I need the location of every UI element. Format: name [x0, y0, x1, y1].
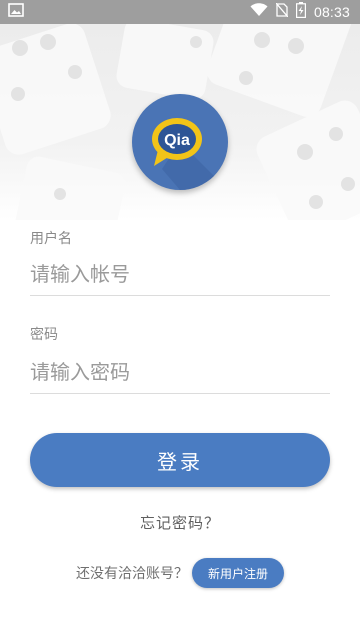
register-row: 还没有洽洽账号？ 新用户注册 [0, 557, 360, 589]
wifi-icon [250, 3, 268, 21]
no-sim-icon [275, 2, 289, 21]
password-input[interactable] [30, 350, 330, 394]
register-prompt: 还没有洽洽账号？ [75, 566, 188, 582]
forgot-password-link[interactable]: 忘记密码？ [0, 512, 360, 533]
username-input[interactable] [30, 252, 330, 296]
image-icon [8, 3, 24, 21]
register-button[interactable]: 新用户注册 [191, 558, 284, 588]
username-label: 用户名 [30, 231, 72, 247]
logo-text: Qia [164, 132, 190, 149]
password-label: 密码 [30, 327, 58, 343]
battery-charging-icon [295, 2, 306, 22]
status-bar-right: 08:33 [250, 2, 350, 22]
app-logo: Qia [132, 94, 228, 190]
status-time: 08:33 [313, 4, 350, 20]
login-button[interactable]: 登录 [30, 433, 330, 487]
status-bar: 08:33 [0, 0, 360, 24]
chat-bubble-logo-icon: Qia [152, 118, 228, 190]
status-bar-left [8, 3, 24, 21]
